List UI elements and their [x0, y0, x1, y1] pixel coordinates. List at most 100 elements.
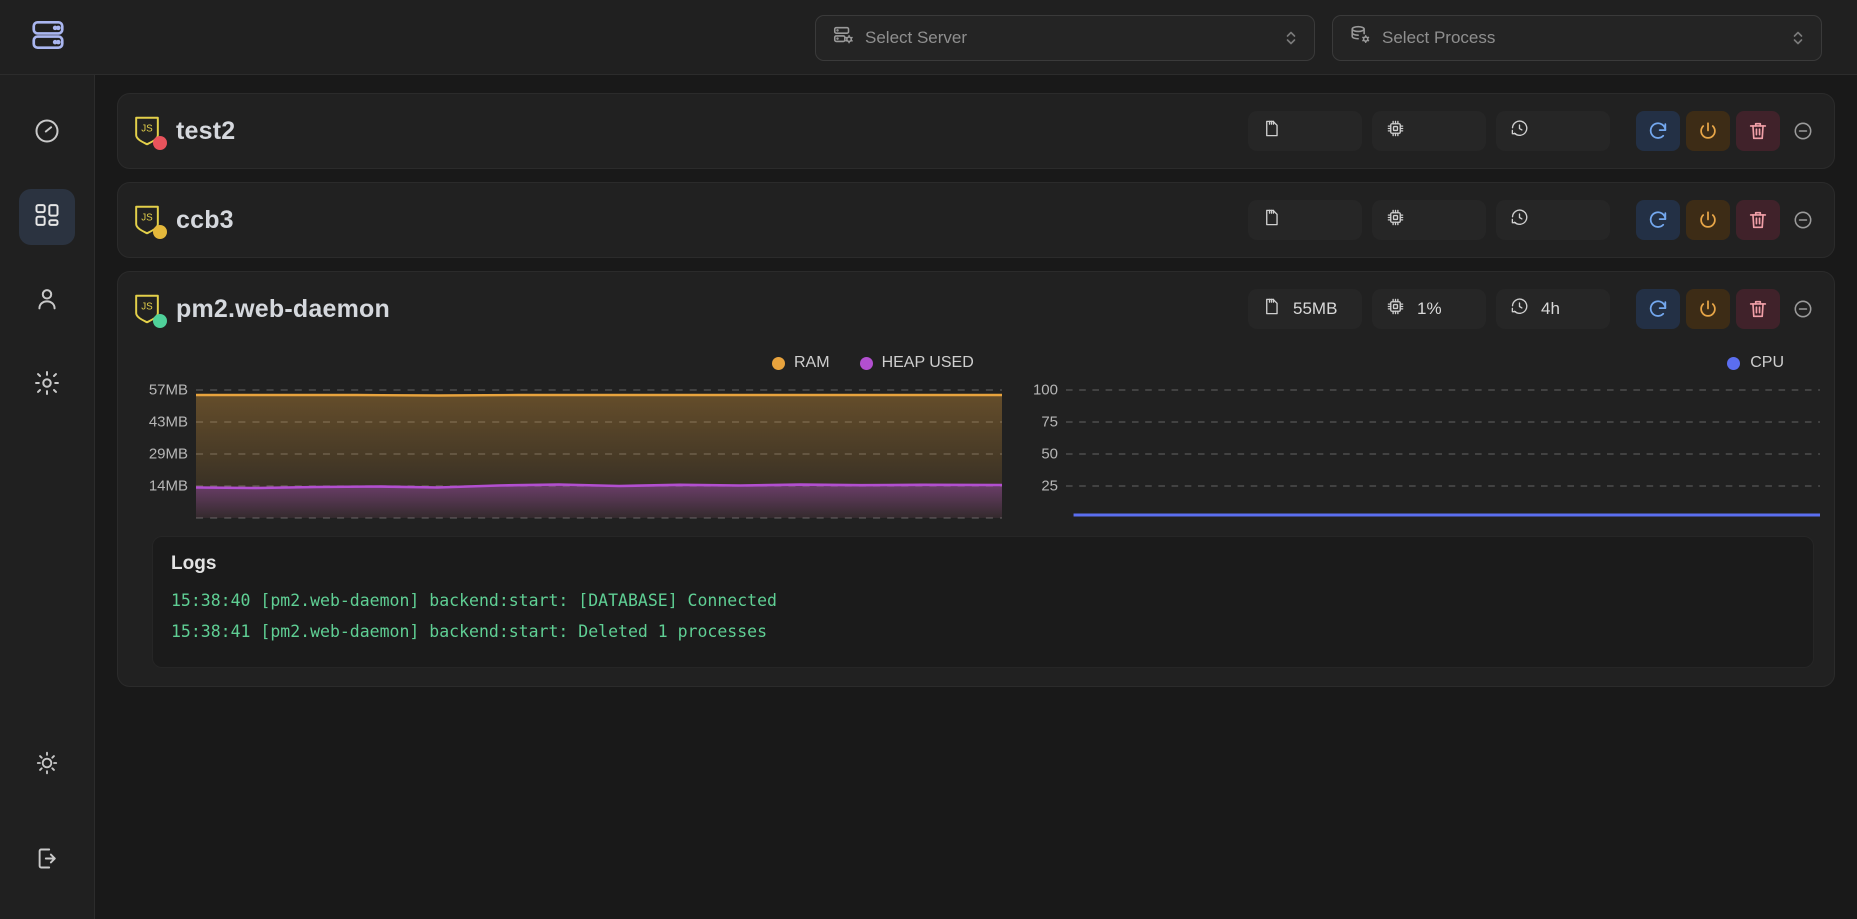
cpu-chip: [1372, 111, 1486, 151]
process-select[interactable]: Select Process: [1332, 14, 1822, 61]
legend-item-heap-used: HEAP USED: [859, 354, 974, 372]
status-dot: [153, 314, 167, 328]
cpu-chart-svg: [1066, 389, 1820, 517]
theme-toggle-button[interactable]: [19, 737, 75, 793]
js-icon: JS: [132, 115, 167, 150]
server-cog-icon: [832, 24, 854, 51]
clock-history-icon: [1510, 208, 1529, 232]
legend-label-cpu: CPU: [1750, 354, 1784, 371]
process-identity: JS pm2.web-daemon: [132, 293, 390, 328]
sidebar-item-processes[interactable]: [19, 189, 75, 245]
main-content: JS test2 JS ccb3 JS pm2.web-daemon 55MB …: [95, 75, 1857, 919]
uptime-chip: [1496, 200, 1610, 240]
cpu-chip-icon: [1386, 297, 1405, 321]
process-card-expanded: JS pm2.web-daemon 55MB 1% 4h RAM HEAP US…: [117, 271, 1835, 687]
process-card-header: JS pm2.web-daemon 55MB 1% 4h: [132, 272, 1820, 346]
status-dot: [153, 225, 167, 239]
memory-card-icon: [1262, 208, 1281, 232]
js-icon: JS: [132, 204, 167, 239]
sidebar: [0, 75, 95, 919]
server-select-value: Select Server: [865, 27, 968, 47]
charts-row: 57MB 43MB 29MB 14MB 100 75 50 25: [132, 380, 1820, 524]
stop-button[interactable]: [1686, 111, 1730, 151]
process-name: test2: [176, 116, 236, 145]
cpu-chart-yaxis: 100 75 50 25: [1002, 381, 1058, 524]
cpu-chip: 1%: [1372, 289, 1486, 329]
ytick-label: 29MB: [148, 445, 188, 463]
memory-value: 55MB: [1293, 299, 1338, 318]
process-card-header: JS test2: [132, 94, 1820, 168]
stop-button[interactable]: [1686, 200, 1730, 240]
delete-button[interactable]: [1736, 111, 1780, 151]
process-card-header: JS ccb3: [132, 183, 1820, 257]
process-select-value: Select Process: [1382, 27, 1496, 47]
ytick-label: 57MB: [148, 381, 188, 399]
stop-button[interactable]: [1686, 289, 1730, 329]
app-logo[interactable]: [0, 16, 95, 59]
memory-legend: RAM HEAP USED: [772, 354, 974, 372]
collapse-button[interactable]: [1786, 289, 1820, 329]
process-stats: [1248, 200, 1820, 240]
uptime-chip: 4h: [1496, 289, 1610, 329]
legend-label-heap-used: HEAP USED: [881, 354, 974, 371]
restart-button[interactable]: [1636, 200, 1680, 240]
uptime-chip: [1496, 111, 1610, 151]
legend-item-ram: RAM: [772, 354, 830, 372]
logs-title: Logs: [171, 553, 217, 574]
sidebar-item-users[interactable]: [19, 273, 75, 329]
cpu-chip-icon: [1386, 119, 1405, 143]
cpu-chart: 100 75 50 25: [1002, 381, 1820, 524]
legend-dot-heap-used: [859, 356, 873, 370]
database-cog-icon: [1349, 24, 1371, 51]
topbar-selects: Select Server Select Process: [815, 0, 1822, 75]
logout-button[interactable]: [19, 833, 75, 889]
process-actions: [1636, 111, 1820, 151]
collapse-button[interactable]: [1786, 200, 1820, 240]
app-root: Select Server Select Process JS test2 JS…: [0, 0, 1857, 919]
ytick-label: 50: [1041, 445, 1058, 463]
restart-button[interactable]: [1636, 289, 1680, 329]
memory-chart-plot: [196, 384, 1002, 524]
collapse-button[interactable]: [1786, 111, 1820, 151]
gauge-icon: [33, 117, 61, 150]
server-select[interactable]: Select Server: [815, 14, 1315, 61]
restart-button[interactable]: [1636, 111, 1680, 151]
log-line: 15:38:40 [pm2.web-daemon] backend:start:…: [171, 591, 777, 610]
top-bar: Select Server Select Process: [0, 0, 1857, 75]
chevron-up-down-icon: [1284, 28, 1298, 48]
layout-grid-icon: [33, 201, 61, 234]
clock-history-icon: [1510, 297, 1529, 321]
charts-legend: RAM HEAP USED CPU: [132, 346, 1820, 380]
process-name: ccb3: [176, 205, 234, 234]
delete-button[interactable]: [1736, 289, 1780, 329]
delete-button[interactable]: [1736, 200, 1780, 240]
svg-text:JS: JS: [141, 124, 153, 135]
process-name: pm2.web-daemon: [176, 294, 390, 323]
logs-panel: Logs 15:38:40 [pm2.web-daemon] backend:s…: [152, 536, 1814, 668]
sidebar-item-settings[interactable]: [19, 357, 75, 413]
sidebar-item-dashboard-gauge[interactable]: [19, 105, 75, 161]
uptime-value: 4h: [1541, 299, 1560, 318]
js-icon: JS: [132, 293, 167, 328]
process-actions: [1636, 289, 1820, 329]
ytick-label: 75: [1041, 413, 1058, 431]
svg-text:JS: JS: [141, 213, 153, 224]
memory-chart-svg: [196, 389, 1002, 519]
memory-card-icon: [1262, 119, 1281, 143]
server-stack-icon: [29, 16, 67, 59]
chevron-up-down-icon: [1791, 28, 1805, 48]
cpu-chart-plot: [1066, 384, 1820, 524]
ytick-label: 100: [1032, 381, 1058, 399]
process-stats: 55MB 1% 4h: [1248, 289, 1820, 329]
memory-card-icon: [1262, 297, 1281, 321]
process-stats: [1248, 111, 1820, 151]
memory-chart-yaxis: 57MB 43MB 29MB 14MB: [132, 381, 188, 524]
gear-icon: [33, 369, 61, 402]
process-actions: [1636, 200, 1820, 240]
cpu-value: 1%: [1417, 299, 1442, 318]
ytick-label: 43MB: [148, 413, 188, 431]
process-identity: JS test2: [132, 115, 236, 150]
cpu-chip-icon: [1386, 208, 1405, 232]
process-identity: JS ccb3: [132, 204, 234, 239]
sidebar-nav-top: [19, 105, 75, 413]
